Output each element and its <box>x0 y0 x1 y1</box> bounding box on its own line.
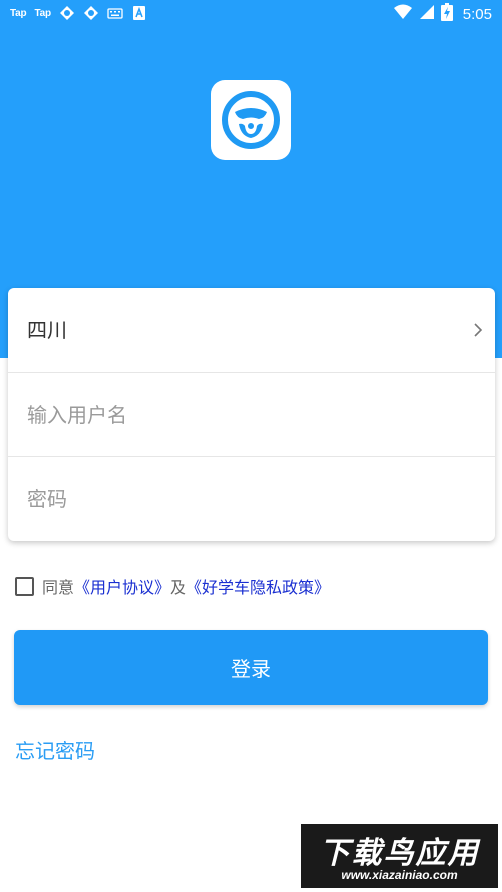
app-logo <box>211 80 291 160</box>
loop-icon <box>59 5 75 21</box>
password-row <box>8 456 495 540</box>
status-bar: Tap Tap 5:05 <box>0 0 502 26</box>
privacy-policy-link[interactable]: 《好学车隐私政策》 <box>186 574 330 598</box>
agreement-and: 及 <box>170 578 187 597</box>
steering-wheel-icon <box>222 91 280 149</box>
watermark-logo: 下载鸟应用 www.xiazainiao.com <box>301 824 498 888</box>
login-button[interactable]: 登录 <box>14 630 488 705</box>
region-selector[interactable]: 四川 <box>8 288 495 372</box>
chevron-right-icon <box>473 322 483 341</box>
region-value: 四川 <box>27 318 67 342</box>
keyboard-icon <box>107 5 123 21</box>
agreement-row: 同意 《用户协议》 及 《好学车隐私政策》 <box>15 574 330 598</box>
taptap-icon: Tap <box>34 7 51 19</box>
watermark-title: 下载鸟应用 <box>319 836 480 871</box>
login-form-card: 四川 <box>8 288 495 541</box>
a-icon <box>131 5 147 21</box>
agreement-checkbox[interactable] <box>15 576 34 596</box>
wifi-icon <box>393 4 413 24</box>
clock: 5:05 <box>462 5 492 23</box>
username-row <box>8 372 495 456</box>
taptap-icon: Tap <box>10 7 27 19</box>
battery-charging-icon <box>440 3 453 25</box>
loop-icon <box>83 5 99 21</box>
watermark-url: www.xiazainiao.com <box>341 868 458 882</box>
status-left: Tap Tap <box>10 5 147 21</box>
agreement-prefix: 同意 <box>42 578 75 597</box>
user-agreement-link[interactable]: 《用户协议》 <box>74 574 170 598</box>
forgot-password-link[interactable]: 忘记密码 <box>15 735 95 764</box>
username-input[interactable] <box>27 391 467 439</box>
status-right: 5:05 <box>393 3 492 25</box>
signal-icon <box>419 4 435 24</box>
password-input[interactable] <box>27 475 467 523</box>
